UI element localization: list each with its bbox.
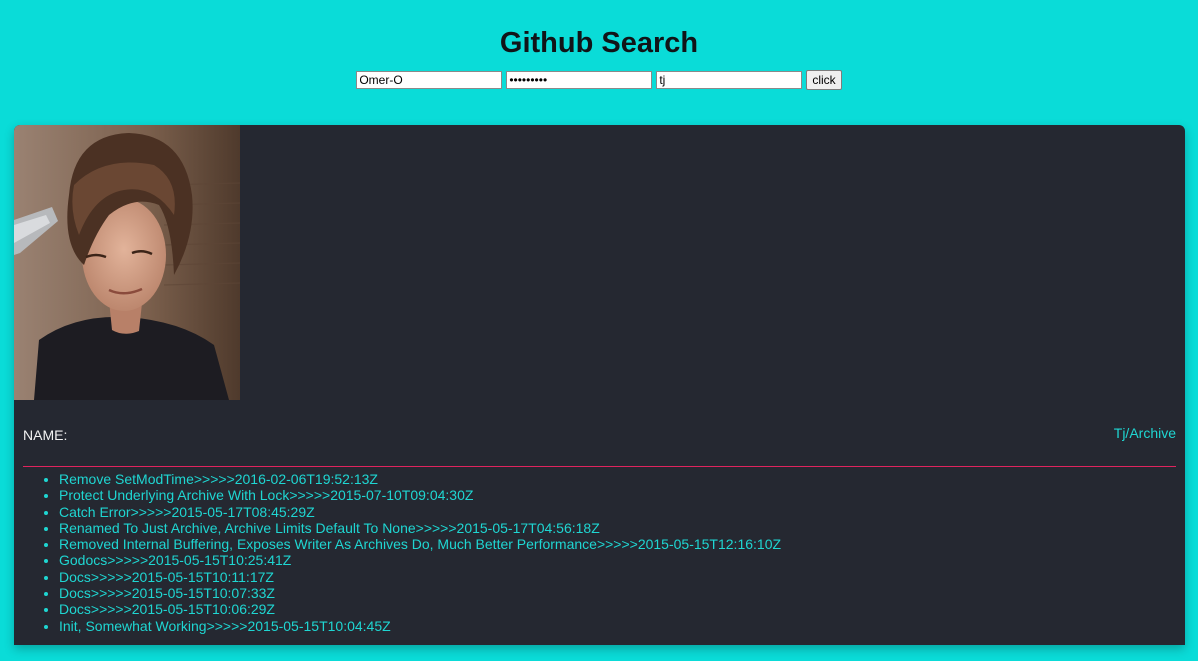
search-button[interactable]: click — [806, 70, 842, 90]
commit-item: Protect Underlying Archive With Lock>>>>… — [59, 487, 781, 503]
search-query-input[interactable] — [656, 71, 803, 89]
repo-link[interactable]: Tj/Archive — [1114, 425, 1176, 441]
commit-item: Godocs>>>>>2015-05-15T10:25:41Z — [59, 552, 781, 568]
username-input[interactable] — [356, 71, 503, 89]
commit-item: Removed Internal Buffering, Exposes Writ… — [59, 536, 781, 552]
commit-item: Catch Error>>>>>2015-05-17T08:45:29Z — [59, 504, 781, 520]
commit-item: Remove SetModTime>>>>>2016-02-06T19:52:1… — [59, 471, 781, 487]
profile-card: NAME: Tj/Archive Remove SetModTime>>>>>2… — [14, 125, 1185, 645]
commit-item: Renamed To Just Archive, Archive Limits … — [59, 520, 781, 536]
divider — [23, 466, 1176, 467]
commit-item: Docs>>>>>2015-05-15T10:06:29Z — [59, 601, 781, 617]
commit-item: Docs>>>>>2015-05-15T10:11:17Z — [59, 569, 781, 585]
commit-item: Docs>>>>>2015-05-15T10:07:33Z — [59, 585, 781, 601]
page-title: Github Search — [499, 27, 699, 59]
avatar — [14, 125, 240, 400]
search-form: click — [0, 70, 1198, 90]
commit-list: Remove SetModTime>>>>>2016-02-06T19:52:1… — [23, 471, 781, 634]
commit-item: Init, Somewhat Working>>>>>2015-05-15T10… — [59, 618, 781, 634]
name-label: NAME: — [23, 427, 68, 443]
password-input[interactable] — [506, 71, 653, 89]
